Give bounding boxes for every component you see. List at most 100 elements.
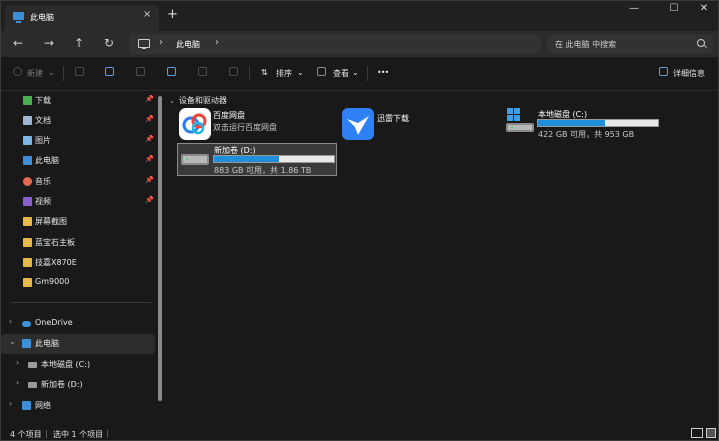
view-button[interactable]: 查看: [333, 68, 349, 79]
sort-dropdown-icon[interactable]: ⌄: [297, 68, 304, 77]
sidebar-item-onedrive[interactable]: › OneDrive: [1, 314, 155, 334]
expand-chevron-icon[interactable]: ›: [16, 378, 19, 387]
paste-icon[interactable]: [136, 67, 145, 76]
drive-d-tile[interactable]: 新加卷 (D:) 883 GB 可用，共 1.86 TB: [177, 143, 337, 176]
collapse-chevron-icon[interactable]: ⌄: [9, 337, 16, 346]
address-separator[interactable]: ›: [159, 37, 163, 48]
search-placeholder: 在 此电脑 中搜索: [555, 40, 617, 49]
new-button[interactable]: 新建: [27, 68, 43, 79]
details-button[interactable]: 详细信息: [673, 68, 705, 79]
content-area: ⌄ 设备和驱动器 百度网盘 双击运行百度网盘 迅雷下载 本地磁盘 (C:) 42…: [169, 91, 717, 426]
delete-icon[interactable]: [229, 67, 238, 76]
copy-icon[interactable]: [105, 67, 114, 76]
tab-label: 此电脑: [30, 13, 54, 22]
sidebar-item-network[interactable]: › 网络: [1, 396, 155, 416]
drive-d-usage-fill: [214, 156, 279, 162]
baidu-netdisk-icon: [179, 108, 211, 140]
sidebar-item-label: 屏幕截图: [35, 217, 67, 226]
details-view-icon[interactable]: [691, 428, 703, 438]
view-icon[interactable]: [317, 67, 326, 76]
sidebar-item-documents[interactable]: 文档 📌: [1, 111, 155, 131]
close-button[interactable]: ✕: [689, 3, 719, 14]
details-pane-icon[interactable]: [659, 67, 668, 76]
pin-icon: 📌: [145, 155, 154, 163]
group-header[interactable]: ⌄ 设备和驱动器: [169, 95, 227, 106]
sidebar-item-label: 此电脑: [35, 156, 59, 165]
refresh-button[interactable]: ↻: [101, 36, 117, 50]
sidebar-item-label: 图片: [35, 136, 51, 145]
sort-button[interactable]: 排序: [276, 68, 292, 79]
sidebar-item-label: 视频: [35, 197, 51, 206]
pin-icon: 📌: [145, 95, 154, 103]
forward-button[interactable]: →: [41, 36, 57, 50]
drive-icon: [28, 362, 37, 368]
sidebar-item-videos[interactable]: 视频 📌: [1, 192, 155, 212]
toolbar-divider: [63, 66, 64, 81]
drive-c-tile[interactable]: 本地磁盘 (C:) 422 GB 可用，共 953 GB: [503, 108, 663, 140]
up-button[interactable]: ↑: [71, 36, 87, 50]
expand-chevron-icon[interactable]: ›: [9, 399, 12, 408]
view-dropdown-icon[interactable]: ⌄: [352, 68, 359, 77]
sidebar-item-this-pc[interactable]: ⌄ 此电脑: [1, 334, 155, 354]
expand-chevron-icon[interactable]: ›: [9, 317, 12, 326]
sidebar-item-screenshots[interactable]: 屏幕截图: [1, 212, 155, 232]
address-separator[interactable]: ›: [215, 37, 219, 48]
tab-close-button[interactable]: ×: [143, 9, 151, 20]
computer-icon: [23, 156, 32, 165]
sidebar-item-label: 文档: [35, 116, 51, 125]
search-box[interactable]: 在 此电脑 中搜索: [547, 34, 713, 54]
sort-icon[interactable]: ⇅: [261, 68, 268, 77]
back-button[interactable]: ←: [10, 36, 26, 50]
file-explorer-window: 此电脑 × + — ☐ ✕ ← → ↑ ↻ › 此电脑 › 在 此电脑 中搜索 …: [0, 0, 719, 441]
rename-icon[interactable]: [167, 67, 176, 76]
video-icon: [23, 197, 32, 206]
tile-name: 迅雷下载: [377, 114, 409, 123]
sidebar-item-label: Gm9000: [35, 277, 70, 286]
group-collapse-icon[interactable]: ⌄: [169, 97, 175, 105]
sidebar-item-label: 此电脑: [35, 339, 59, 348]
sidebar-item-gm9000[interactable]: Gm9000: [1, 273, 155, 293]
sidebar-scrollbar[interactable]: [158, 96, 162, 401]
cut-icon[interactable]: [75, 67, 84, 76]
music-icon: [23, 177, 32, 186]
sidebar-item-this-pc-quick[interactable]: 此电脑 📌: [1, 151, 155, 171]
tab-this-pc[interactable]: 此电脑 ×: [5, 5, 159, 31]
share-icon[interactable]: [198, 67, 207, 76]
maximize-button[interactable]: ☐: [659, 3, 689, 14]
address-bar[interactable]: › 此电脑 ›: [129, 34, 541, 54]
new-dropdown-icon[interactable]: ⌄: [48, 68, 55, 77]
sidebar-item-sapphire-board[interactable]: 蓝宝石主板: [1, 233, 155, 253]
xunlei-download-tile[interactable]: 迅雷下载: [340, 108, 490, 140]
pin-icon: 📌: [145, 115, 154, 123]
new-tab-button[interactable]: +: [167, 7, 178, 22]
new-icon[interactable]: [13, 67, 22, 76]
cloud-icon: [22, 321, 31, 327]
sidebar-item-pictures[interactable]: 图片 📌: [1, 131, 155, 151]
more-options-button[interactable]: •••: [377, 68, 389, 77]
command-bar: 新建 ⌄ ⇅ 排序 ⌄ 查看 ⌄ ••• 详细信息: [1, 57, 718, 91]
sidebar-item-music[interactable]: 音乐 📌: [1, 172, 155, 192]
tile-name: 百度网盘: [213, 111, 245, 120]
search-icon[interactable]: [697, 39, 705, 47]
sidebar-item-downloads[interactable]: 下载 📌: [1, 91, 155, 111]
minimize-button[interactable]: —: [619, 3, 649, 14]
expand-chevron-icon[interactable]: ›: [16, 358, 19, 367]
sidebar-item-gigabyte-x870e[interactable]: 技嘉X870E: [1, 253, 155, 273]
tile-subtitle: 双击运行百度网盘: [213, 123, 277, 132]
sidebar-item-drive-d[interactable]: › 新加卷 (D:): [1, 375, 155, 395]
baidu-netdisk-tile[interactable]: 百度网盘 双击运行百度网盘: [177, 108, 327, 140]
status-bar: 4 个项目 | 选中 1 个项目 |: [1, 426, 718, 440]
sidebar-divider: [11, 302, 151, 303]
sidebar-item-label: 下载: [35, 96, 51, 105]
download-icon: [23, 96, 32, 105]
tiles-view-icon[interactable]: [706, 428, 716, 438]
breadcrumb-this-pc[interactable]: 此电脑: [176, 39, 200, 50]
sidebar-item-drive-c[interactable]: › 本地磁盘 (C:): [1, 355, 155, 375]
picture-icon: [23, 136, 32, 145]
sidebar-item-label: 本地磁盘 (C:): [41, 360, 91, 369]
sidebar-item-label: 网络: [35, 401, 51, 410]
sidebar-item-label: 新加卷 (D:): [41, 380, 83, 389]
drive-d-usage-bar: [213, 155, 335, 163]
windows-drive-icon: [506, 108, 534, 132]
network-icon: [22, 401, 31, 410]
